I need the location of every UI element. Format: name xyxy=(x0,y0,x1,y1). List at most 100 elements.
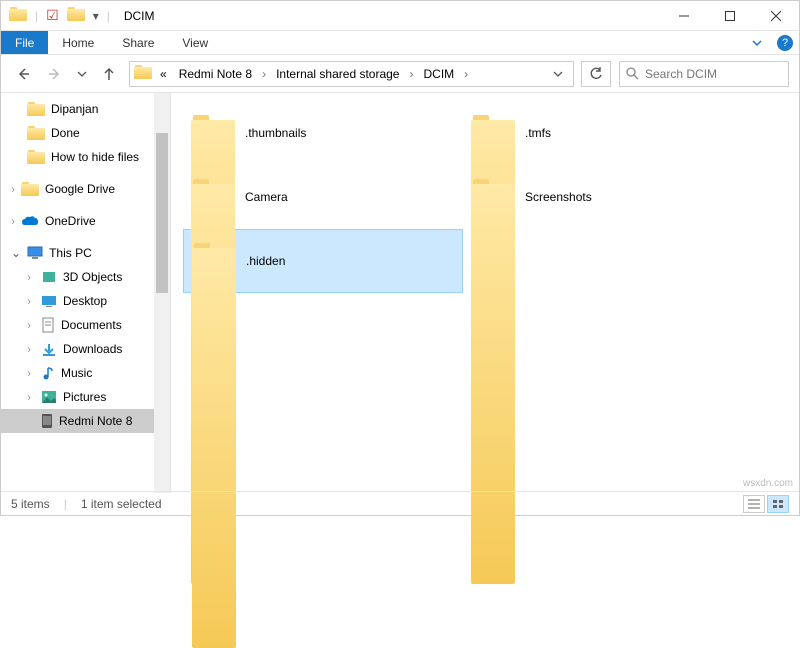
sidebar-item-desktop[interactable]: ›Desktop xyxy=(1,289,170,313)
folder-icon xyxy=(21,182,39,196)
folder-label: Camera xyxy=(245,190,288,204)
refresh-button[interactable] xyxy=(581,61,611,87)
scrollbar-thumb[interactable] xyxy=(156,133,168,293)
sidebar-item-music[interactable]: ›Music xyxy=(1,361,170,385)
qat-dropdown-icon[interactable]: ▾ xyxy=(93,9,99,23)
chevron-right-icon[interactable]: › xyxy=(27,366,35,380)
sidebar-item-pictures[interactable]: ›Pictures xyxy=(1,385,170,409)
navigation-pane: Dipanjan Done How to hide files ›Google … xyxy=(1,93,171,493)
large-icons-view-button[interactable] xyxy=(767,495,789,513)
folder-item[interactable]: .tmfs xyxy=(463,101,743,165)
window-title: DCIM xyxy=(118,9,155,23)
forward-button[interactable] xyxy=(43,62,67,86)
folder-icon xyxy=(191,115,235,151)
folder-icon xyxy=(27,126,45,140)
address-bar-row: « Redmi Note 8 › Internal shared storage… xyxy=(1,55,799,93)
chevron-right-icon[interactable]: › xyxy=(11,182,15,196)
recent-locations-button[interactable] xyxy=(75,62,89,86)
breadcrumb-segment[interactable]: Redmi Note 8 xyxy=(175,67,256,81)
selection-count: 1 item selected xyxy=(81,497,162,511)
folder-icon xyxy=(471,179,515,215)
sidebar-item-documents[interactable]: ›Documents xyxy=(1,313,170,337)
sidebar-item-redmi-note-8[interactable]: Redmi Note 8 xyxy=(1,409,170,433)
breadcrumb-segment[interactable]: Internal shared storage xyxy=(272,67,403,81)
chevron-right-icon[interactable]: › xyxy=(462,67,470,81)
folder-icon xyxy=(471,115,515,151)
item-icon xyxy=(41,317,55,333)
item-icon xyxy=(41,342,57,356)
folder-icon xyxy=(27,150,45,164)
view-tab[interactable]: View xyxy=(168,31,222,54)
chevron-right-icon[interactable]: › xyxy=(27,294,35,308)
back-button[interactable] xyxy=(11,62,35,86)
watermark: wsxdn.com xyxy=(743,478,793,489)
quick-access-toolbar: | ☑ ▾ | xyxy=(1,7,118,24)
chevron-right-icon[interactable]: › xyxy=(407,67,415,81)
ribbon-tabs: File Home Share View ? xyxy=(1,31,799,55)
chevron-right-icon[interactable]: › xyxy=(11,214,15,228)
chevron-down-icon[interactable]: ⌄ xyxy=(11,246,21,260)
folder-label: .tmfs xyxy=(525,126,551,140)
sidebar-item-3d-objects[interactable]: ›3D Objects xyxy=(1,265,170,289)
folder-icon xyxy=(67,7,85,24)
help-icon: ? xyxy=(777,35,793,51)
chevron-right-icon[interactable]: › xyxy=(27,342,35,356)
item-count: 5 items xyxy=(11,497,50,511)
ribbon-expand-button[interactable] xyxy=(743,31,771,54)
chevron-right-icon[interactable]: › xyxy=(260,67,268,81)
share-tab[interactable]: Share xyxy=(108,31,168,54)
folder-icon xyxy=(192,243,236,279)
folder-icon xyxy=(27,102,45,116)
item-icon xyxy=(41,413,53,429)
breadcrumb-segment[interactable]: DCIM xyxy=(419,67,458,81)
window-controls xyxy=(661,1,799,31)
folder-icon xyxy=(9,7,27,24)
home-tab[interactable]: Home xyxy=(48,31,108,54)
minimize-button[interactable] xyxy=(661,1,707,31)
sidebar-item-done[interactable]: Done xyxy=(1,121,170,145)
folder-label: .thumbnails xyxy=(245,126,306,140)
file-tab[interactable]: File xyxy=(1,31,48,54)
search-placeholder: Search DCIM xyxy=(645,67,717,81)
search-input[interactable]: Search DCIM xyxy=(619,61,789,87)
folder-label: Screenshots xyxy=(525,190,592,204)
sidebar-item-this-pc[interactable]: ⌄This PC xyxy=(1,241,170,265)
checkbox-icon[interactable]: ☑ xyxy=(46,7,59,24)
item-icon xyxy=(41,294,57,308)
item-icon xyxy=(41,390,57,404)
sidebar-item-howtohide[interactable]: How to hide files xyxy=(1,145,170,169)
item-icon xyxy=(41,270,57,284)
help-button[interactable]: ? xyxy=(771,31,799,54)
status-bar: 5 items | 1 item selected xyxy=(1,491,799,515)
chevron-right-icon[interactable]: › xyxy=(27,390,35,404)
sidebar-item-onedrive[interactable]: ›OneDrive xyxy=(1,209,170,233)
details-view-button[interactable] xyxy=(743,495,765,513)
qat-separator: | xyxy=(107,9,110,23)
title-bar: | ☑ ▾ | DCIM xyxy=(1,1,799,31)
close-button[interactable] xyxy=(753,1,799,31)
folder-label: .hidden xyxy=(246,254,285,268)
item-list: .thumbnails .tmfs Camera Screenshots .hidden xyxy=(183,101,799,293)
chevron-right-icon[interactable]: › xyxy=(27,318,35,332)
chevron-right-icon[interactable]: › xyxy=(27,270,35,284)
sidebar-item-dipanjan[interactable]: Dipanjan xyxy=(1,97,170,121)
folder-item[interactable]: .thumbnails xyxy=(183,101,463,165)
item-icon xyxy=(41,366,55,380)
folder-icon xyxy=(191,179,235,215)
search-icon xyxy=(626,67,639,80)
qat-separator: | xyxy=(35,9,38,23)
breadcrumb-overflow[interactable]: « xyxy=(156,67,171,81)
pc-icon xyxy=(27,246,43,260)
address-dropdown-button[interactable] xyxy=(547,69,569,79)
content-pane[interactable]: .thumbnails .tmfs Camera Screenshots .hidden xyxy=(171,93,799,493)
scrollbar-vertical[interactable] xyxy=(154,93,170,493)
maximize-button[interactable] xyxy=(707,1,753,31)
address-bar[interactable]: « Redmi Note 8 › Internal shared storage… xyxy=(129,61,574,87)
onedrive-icon xyxy=(21,215,39,227)
up-button[interactable] xyxy=(97,62,121,86)
sidebar-item-google-drive[interactable]: ›Google Drive xyxy=(1,177,170,201)
folder-icon xyxy=(134,65,152,82)
sidebar-item-downloads[interactable]: ›Downloads xyxy=(1,337,170,361)
explorer-body: Dipanjan Done How to hide files ›Google … xyxy=(1,93,799,493)
tree-view: Dipanjan Done How to hide files ›Google … xyxy=(1,93,170,433)
